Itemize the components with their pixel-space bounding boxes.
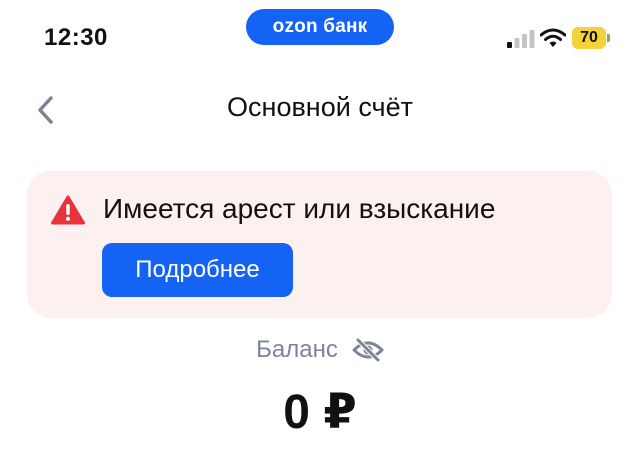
eye-slash-icon[interactable] xyxy=(352,337,384,363)
battery-cap xyxy=(607,34,610,42)
warning-triangle-icon xyxy=(51,195,85,225)
alert-message: Имеется арест или взыскание xyxy=(103,193,496,224)
wifi-icon xyxy=(540,28,566,47)
page-title: Основной счёт xyxy=(227,92,413,122)
status-bar: 12:30 ozon банк 70 xyxy=(0,0,640,70)
arrest-alert-card: Имеется арест или взыскание Подробнее xyxy=(27,171,612,318)
brand-badge: ozon банк xyxy=(246,9,394,45)
details-button[interactable]: Подробнее xyxy=(102,243,293,297)
battery-indicator: 70 xyxy=(572,27,606,49)
balance-label: Баланс xyxy=(256,336,338,363)
cellular-signal-icon xyxy=(507,30,535,48)
balance-header: Баланс xyxy=(0,336,640,364)
status-time: 12:30 xyxy=(44,24,108,51)
account-screen: 12:30 ozon банк 70 Основной счёт Имеется… xyxy=(0,0,640,460)
balance-amount: 0 ₽ xyxy=(283,386,357,439)
